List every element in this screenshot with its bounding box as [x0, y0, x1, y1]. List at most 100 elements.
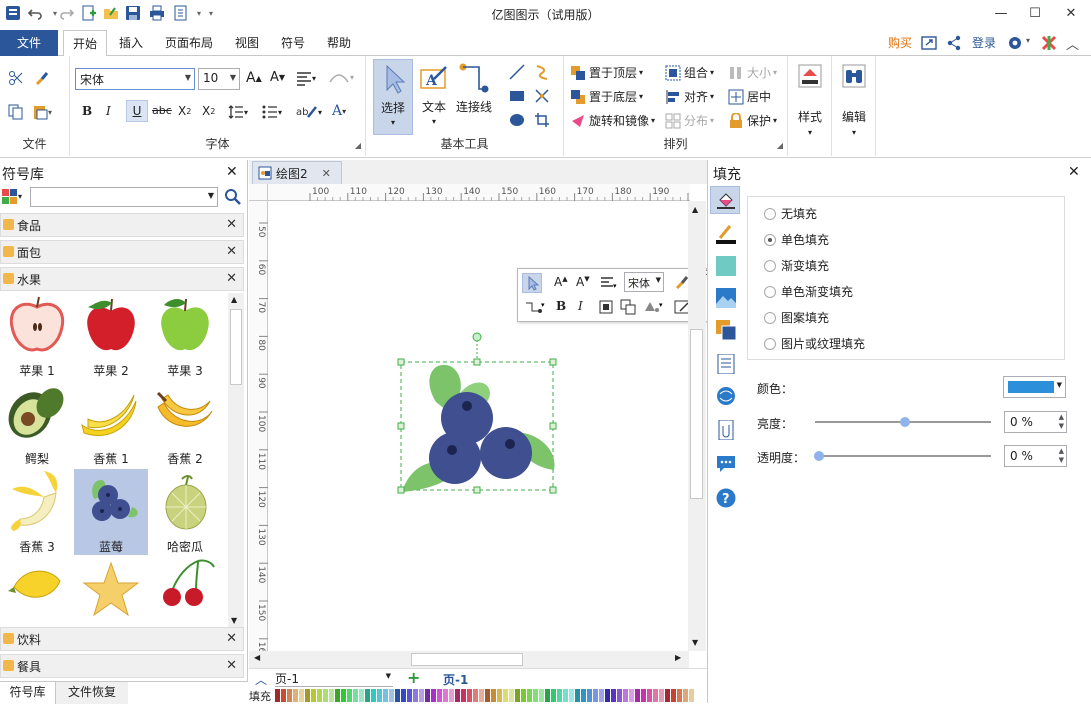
palette-swatch[interactable] — [443, 689, 448, 702]
mini-font-select[interactable]: 宋体 ▼ — [624, 272, 664, 292]
palette-swatch[interactable] — [455, 689, 460, 702]
palette-swatch[interactable] — [449, 689, 454, 702]
palette-swatch[interactable] — [479, 689, 484, 702]
palette-swatch[interactable] — [359, 689, 364, 702]
hyperlink-panel-icon[interactable] — [716, 386, 736, 409]
document-tab[interactable]: 绘图2 ✕ — [252, 161, 342, 184]
palette-swatch[interactable] — [461, 689, 466, 702]
palette-swatch[interactable] — [305, 689, 310, 702]
text-direction-icon[interactable]: ▾ — [328, 70, 354, 84]
close-library-icon[interactable]: ✕ — [226, 164, 238, 180]
select-tool-button[interactable]: 选择 ▾ — [373, 59, 413, 135]
palette-swatch[interactable] — [515, 689, 520, 702]
cross-tool-icon[interactable] — [534, 88, 550, 104]
palette-swatch[interactable] — [365, 689, 370, 702]
palette-swatch[interactable] — [569, 689, 574, 702]
rectangle-shape-icon[interactable] — [509, 88, 525, 104]
palette-swatch[interactable] — [287, 689, 292, 702]
palette-swatch[interactable] — [389, 689, 394, 702]
font-name-select[interactable]: 宋体 ▼ — [75, 68, 195, 90]
tab-insert[interactable]: 插入 — [110, 30, 152, 56]
palette-swatch[interactable] — [623, 689, 628, 702]
fill-option-pattern[interactable]: 图案填充 — [764, 309, 829, 326]
collapse-ribbon-icon[interactable]: ︿ — [1066, 34, 1079, 53]
color-picker[interactable]: ▼ — [1003, 376, 1066, 398]
transparency-input[interactable]: 0 % ▲ ▼ — [1004, 445, 1067, 467]
size-button[interactable]: 大小 ▾ — [728, 64, 777, 81]
line-shape-icon[interactable] — [509, 64, 525, 80]
group-button[interactable]: 组合 ▾ — [665, 64, 714, 81]
rotation-handle[interactable] — [472, 332, 482, 342]
palette-swatch[interactable] — [473, 689, 478, 702]
italic-icon[interactable]: I — [106, 104, 111, 118]
app-brand-icon[interactable] — [1040, 34, 1058, 55]
symbol-starfruit-slice[interactable] — [74, 557, 148, 627]
settings-dropdown-icon[interactable]: ▾ — [1026, 36, 1030, 45]
page-tab[interactable]: 页-1 — [443, 671, 468, 688]
library-grid-dropdown-icon[interactable]: ▾ — [18, 192, 22, 201]
fill-option-solid[interactable]: 单色填充 — [764, 231, 829, 248]
palette-swatch[interactable] — [629, 689, 634, 702]
palette-swatch[interactable] — [275, 689, 280, 702]
attachment-panel-icon[interactable] — [716, 419, 736, 443]
palette-swatch[interactable] — [635, 689, 640, 702]
tab-page-layout[interactable]: 页面布局 — [156, 30, 222, 56]
transparency-slider-track[interactable] — [815, 455, 991, 457]
palette-swatch[interactable] — [419, 689, 424, 702]
buy-link[interactable]: 购买 — [879, 30, 921, 56]
palette-swatch[interactable] — [311, 689, 316, 702]
mini-align-icon[interactable]: ▾ — [600, 276, 618, 293]
mini-fill-icon[interactable]: ▾ — [642, 299, 664, 318]
category-food[interactable]: 食品 ✕ — [0, 213, 244, 237]
send-to-back-button[interactable]: 置于底层 ▾ — [570, 88, 643, 105]
mini-grow-font-icon[interactable]: A▲ — [554, 275, 568, 289]
mini-italic-icon[interactable]: I — [578, 299, 583, 313]
close-category-icon[interactable]: ✕ — [226, 244, 237, 259]
palette-swatch[interactable] — [329, 689, 334, 702]
library-grid-icon[interactable] — [2, 189, 18, 208]
menu-file[interactable]: 文件 — [0, 30, 58, 56]
close-fill-panel-icon[interactable]: ✕ — [1068, 164, 1080, 180]
add-page-icon[interactable]: + — [407, 668, 420, 687]
line-spacing-icon[interactable]: ▾ — [228, 104, 248, 120]
distribute-button[interactable]: 分布 ▾ — [665, 112, 714, 129]
image-panel-icon[interactable] — [716, 288, 736, 311]
line-panel-icon[interactable] — [716, 224, 736, 247]
layer-panel-icon[interactable] — [716, 320, 737, 343]
bullets-icon[interactable]: ▾ — [262, 104, 282, 120]
tab-help[interactable]: 帮助 — [318, 30, 360, 56]
tab-home[interactable]: 开始 — [63, 30, 108, 57]
crop-icon[interactable] — [534, 112, 550, 128]
maximize-icon[interactable]: ☐ — [1017, 0, 1053, 26]
palette-swatch[interactable] — [407, 689, 412, 702]
palette-swatch[interactable] — [323, 689, 328, 702]
shrink-font-icon[interactable]: A ▼ — [270, 70, 285, 85]
palette-swatch[interactable] — [437, 689, 442, 702]
mini-shrink-font-icon[interactable]: A▼ — [576, 275, 590, 289]
symbol-apple-2[interactable]: 苹果 2 — [74, 293, 148, 379]
brightness-input[interactable]: 0 % ▲ ▼ — [1004, 411, 1067, 433]
palette-swatch[interactable] — [677, 689, 682, 702]
category-bread[interactable]: 面包 ✕ — [0, 240, 244, 264]
palette-swatch[interactable] — [593, 689, 598, 702]
palette-swatch[interactable] — [533, 689, 538, 702]
center-button[interactable]: 居中 — [728, 88, 771, 105]
tab-symbol-library[interactable]: 符号库 — [0, 682, 56, 704]
underline-icon[interactable]: U — [126, 100, 148, 122]
library-scrollbar[interactable]: ▲ ▼ — [228, 293, 244, 627]
style-icon[interactable] — [798, 64, 822, 91]
palette-swatch[interactable] — [371, 689, 376, 702]
mini-send-back-icon[interactable] — [620, 299, 636, 318]
palette-swatch[interactable] — [575, 689, 580, 702]
minimize-icon[interactable]: — — [983, 0, 1019, 26]
mini-bold-icon[interactable]: B — [556, 299, 566, 313]
superscript-icon[interactable]: X2 — [202, 104, 215, 118]
arrange-dialog-launcher-icon[interactable]: ◢ — [777, 141, 783, 150]
grow-font-icon[interactable]: A ▲ — [246, 70, 262, 86]
rotate-mirror-button[interactable]: 旋转和镜像 ▾ — [570, 112, 655, 129]
binoculars-icon[interactable] — [842, 64, 866, 91]
color-swatches[interactable] — [275, 689, 695, 702]
palette-swatch[interactable] — [653, 689, 658, 702]
paste-icon[interactable]: ▾ — [32, 104, 52, 120]
bold-icon[interactable]: B — [82, 104, 92, 118]
